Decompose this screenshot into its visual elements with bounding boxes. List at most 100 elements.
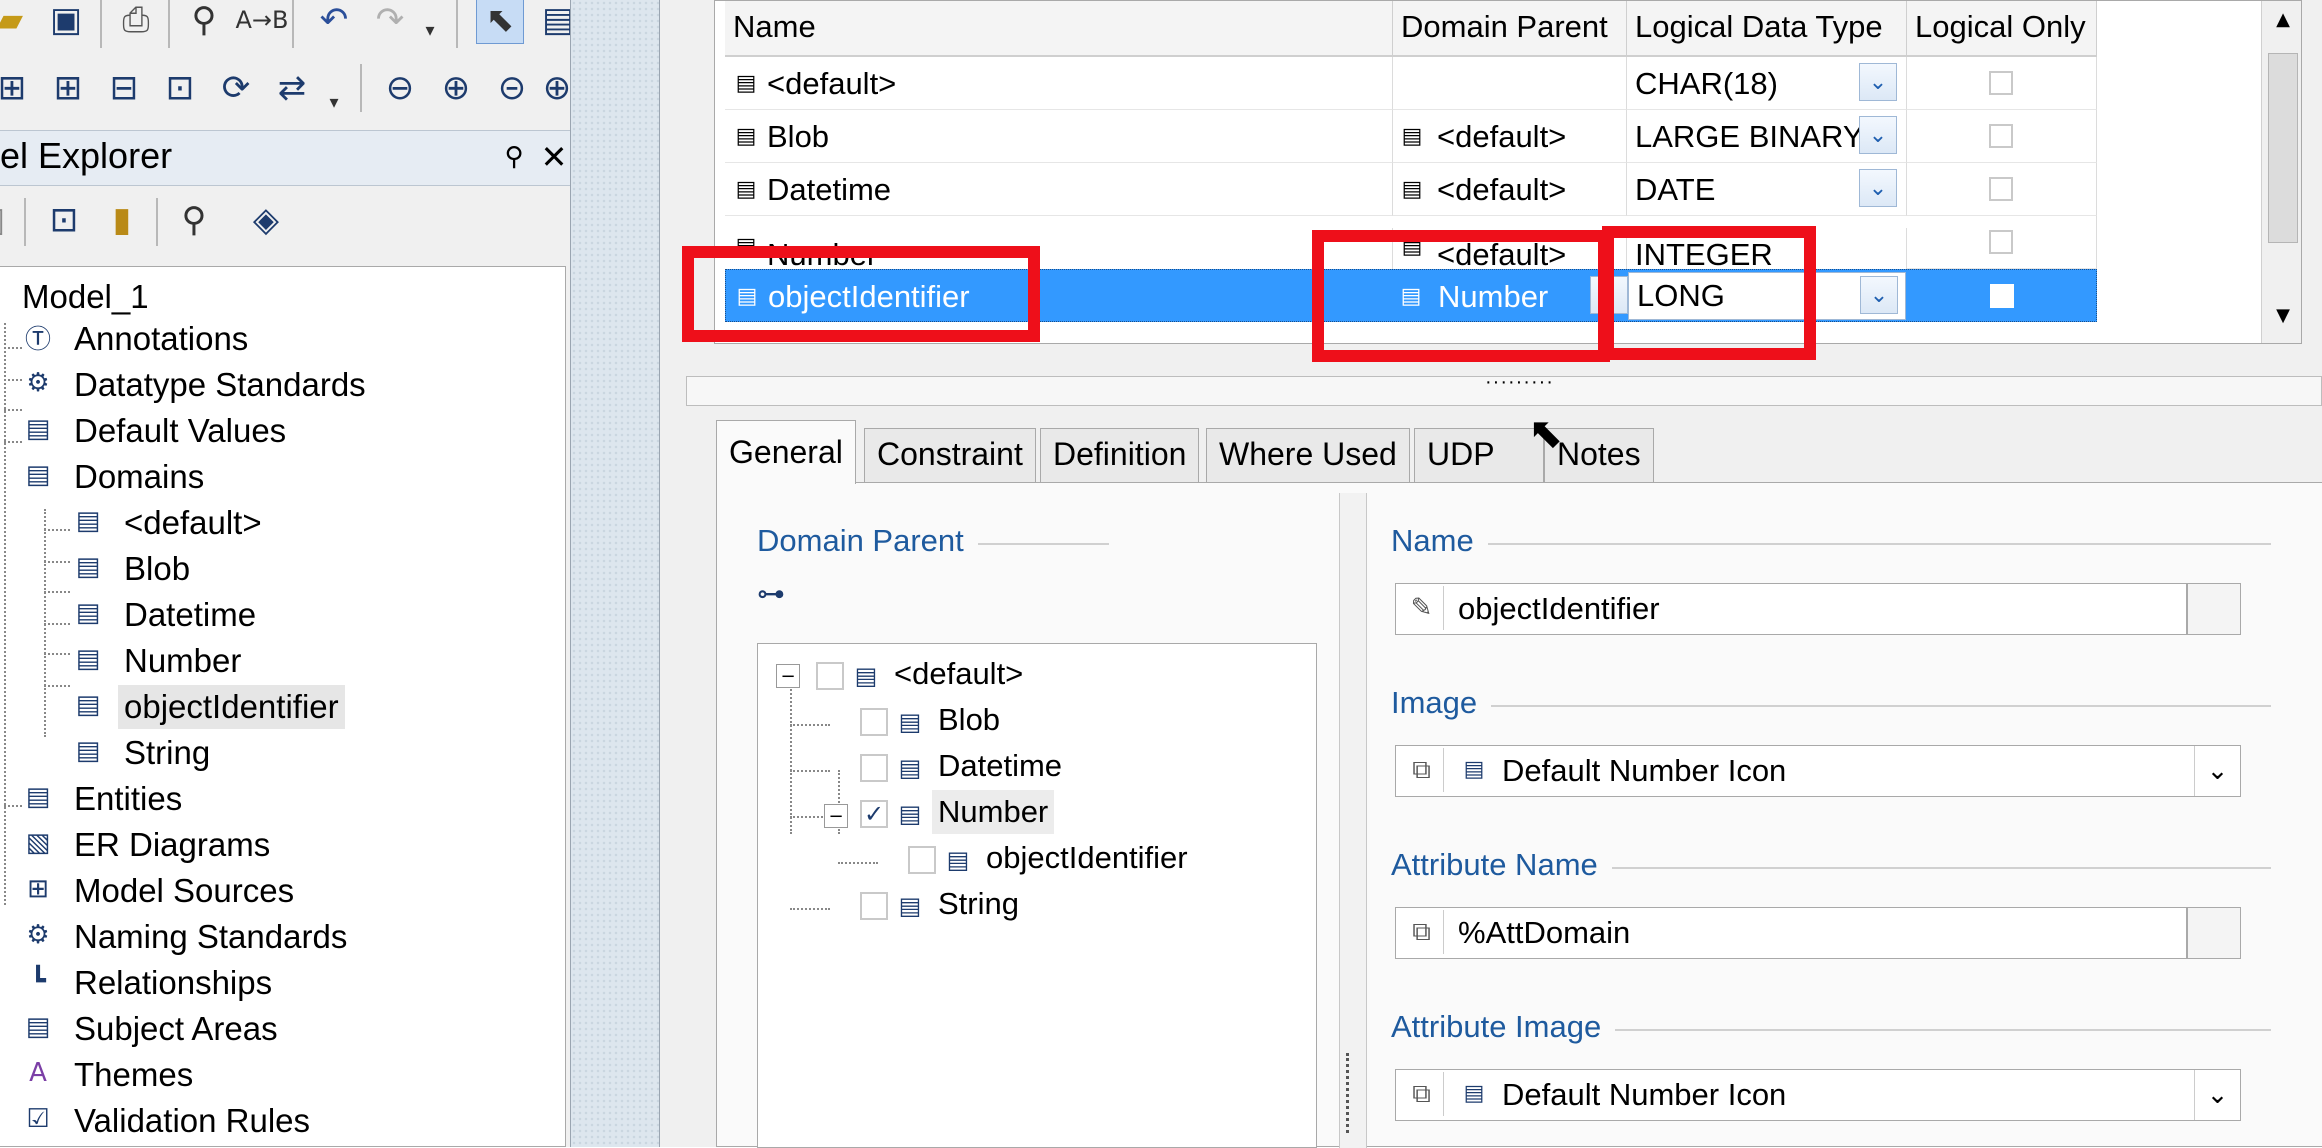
delete-icon[interactable]: ▮: [98, 196, 146, 244]
layout-cols-icon[interactable]: ⊡: [156, 64, 204, 112]
print-icon[interactable]: ⎙: [112, 0, 160, 44]
tree-item-relationships[interactable]: Relationships: [74, 961, 272, 1005]
tree-root-model[interactable]: Model_1: [22, 275, 149, 319]
tree-item-er-diagrams[interactable]: ER Diagrams: [74, 823, 270, 867]
scroll-thumb[interactable]: [2268, 53, 2298, 243]
parent-tree-item[interactable]: Datetime: [938, 744, 1062, 788]
type-dropdown-icon[interactable]: ⌄: [1859, 63, 1897, 101]
parent-tree-item[interactable]: <default>: [894, 652, 1023, 696]
parent-checkbox[interactable]: [860, 892, 888, 920]
toolbar-overflow-2-icon[interactable]: ▾: [322, 78, 346, 126]
tree-item-entities[interactable]: Entities: [74, 777, 182, 821]
tree-item-number[interactable]: Number: [124, 639, 241, 683]
type-dropdown-icon[interactable]: ⌄: [1859, 116, 1897, 154]
tree-item-datatype-standards[interactable]: Datatype Standards: [74, 363, 366, 407]
col-header-domain-parent[interactable]: Domain Parent: [1393, 1, 1627, 57]
tree-item-model-sources[interactable]: Model Sources: [74, 869, 294, 913]
chevron-down-icon[interactable]: ⌄: [2194, 746, 2240, 796]
col-header-name[interactable]: Name: [725, 1, 1393, 57]
tree-item-datetime[interactable]: Datetime: [124, 593, 256, 637]
logical-only-checkbox[interactable]: [1989, 177, 2013, 201]
properties-icon[interactable]: ⊡: [40, 196, 88, 244]
column-splitter[interactable]: [1339, 493, 1367, 1148]
parent-tree-item[interactable]: Blob: [938, 698, 1000, 742]
table-row[interactable]: ▤ Datetime ▤ <default> DATE ⌄: [725, 163, 2097, 216]
find-replace-icon[interactable]: A→B: [236, 0, 289, 44]
zoom-page-icon[interactable]: ⊕: [544, 64, 570, 112]
close-icon[interactable]: ✕: [536, 138, 572, 176]
tree-item-blob[interactable]: Blob: [124, 547, 190, 591]
parent-checkbox[interactable]: [860, 754, 888, 782]
table-row[interactable]: ▤ <default> CHAR(18) ⌄: [725, 57, 2097, 110]
logical-only-checkbox[interactable]: [1990, 284, 2014, 308]
open-folder-icon[interactable]: ▰: [0, 0, 34, 44]
tree-item-default-domain[interactable]: <default>: [124, 501, 262, 545]
attribute-image-select[interactable]: ⧉ ▤ Default Number Icon ⌄: [1395, 1069, 2241, 1121]
horizontal-splitter[interactable]: ·········: [686, 371, 2322, 406]
tab-definition[interactable]: Definition: [1040, 428, 1200, 482]
parent-checkbox[interactable]: [860, 708, 888, 736]
scroll-up-icon[interactable]: ▲: [2262, 1, 2301, 37]
search-icon[interactable]: ⚲: [170, 196, 218, 244]
table-row[interactable]: ▤ Blob ▤ <default> LARGE BINARY ⌄: [725, 110, 2097, 163]
pin-icon[interactable]: ⚲: [496, 139, 532, 175]
image-select[interactable]: ⧉ ▤ Default Number Icon ⌄: [1395, 745, 2241, 797]
name-field[interactable]: ✎ objectIdentifier: [1395, 583, 2187, 635]
attribute-name-field[interactable]: ⧉ %AttDomain: [1395, 907, 2187, 959]
tree-item-themes[interactable]: Themes: [74, 1053, 193, 1097]
pointer-tool-icon[interactable]: ⬉: [476, 0, 524, 44]
parent-tree-item[interactable]: String: [938, 882, 1019, 926]
parent-tree-item[interactable]: Number: [932, 790, 1055, 834]
tree-item-domains[interactable]: Domains: [74, 455, 204, 499]
save-icon[interactable]: ▣: [42, 0, 90, 44]
attribute-name-ellipsis-button[interactable]: [2187, 907, 2241, 959]
logical-only-checkbox[interactable]: [1989, 124, 2013, 148]
parent-tree-item[interactable]: objectIdentifier: [986, 836, 1188, 880]
tab-general[interactable]: General: [716, 420, 856, 484]
type-dropdown-icon[interactable]: ⌄: [1860, 276, 1898, 314]
parent-dropdown-icon[interactable]: ⌄: [1590, 276, 1628, 314]
scroll-down-icon[interactable]: ▼: [2262, 297, 2301, 333]
table-row-selected[interactable]: ▤ objectIdentifier ▤ Number ⌄ LONG ⌄: [725, 269, 2097, 322]
logical-only-checkbox[interactable]: [1989, 230, 2013, 254]
undo-icon[interactable]: ↶: [310, 0, 358, 44]
parent-checkbox-checked[interactable]: ✓: [860, 800, 888, 828]
zoom-out-icon[interactable]: ⊖: [376, 64, 424, 112]
tab-udp[interactable]: UDP: [1414, 428, 1544, 482]
parent-checkbox[interactable]: [816, 662, 844, 690]
chevron-down-icon[interactable]: ⌄: [2194, 1070, 2240, 1120]
tree-item-subject-areas[interactable]: Subject Areas: [74, 1007, 278, 1051]
zoom-fit-icon[interactable]: ⊝: [488, 64, 536, 112]
tab-constraint[interactable]: Constraint: [864, 428, 1036, 482]
tree-item-string[interactable]: String: [124, 731, 210, 775]
redo-icon[interactable]: ↷: [366, 0, 414, 44]
tab-where-used[interactable]: Where Used: [1206, 428, 1410, 482]
logical-only-checkbox[interactable]: [1989, 71, 2013, 95]
tag-icon[interactable]: ◈: [242, 196, 290, 244]
collapse-node-icon[interactable]: −: [776, 664, 800, 688]
table-row[interactable]: ▤ Number ▤ <default> INTEGER: [725, 216, 2097, 269]
col-header-logical-only[interactable]: Logical Only: [1907, 1, 2097, 57]
hierarchy-icon[interactable]: ⊶: [757, 573, 785, 613]
find-icon[interactable]: ⚲: [180, 0, 228, 44]
sync-icon[interactable]: ⇄: [268, 64, 316, 112]
tree-item-objectidentifier[interactable]: objectIdentifier: [118, 685, 345, 729]
layout-icon[interactable]: ⊞: [0, 64, 36, 112]
name-ellipsis-button[interactable]: [2187, 583, 2241, 635]
collapse-node-icon[interactable]: −: [824, 804, 848, 828]
toolbar-overflow-icon[interactable]: ▾: [418, 6, 442, 54]
layout-tree-icon[interactable]: ⊟: [100, 64, 148, 112]
tree-item-default-values[interactable]: Default Values: [74, 409, 286, 453]
tree-item-validation-rules[interactable]: Validation Rules: [74, 1099, 310, 1143]
col-header-logical-type[interactable]: Logical Data Type: [1627, 1, 1907, 57]
collapse-icon[interactable]: ▯: [0, 196, 20, 244]
layout-hier-icon[interactable]: ⊞: [44, 64, 92, 112]
zoom-in-icon[interactable]: ⊕: [432, 64, 480, 112]
type-dropdown-icon[interactable]: ⌄: [1859, 169, 1897, 207]
tree-item-naming-standards[interactable]: Naming Standards: [74, 915, 347, 959]
grid-scrollbar[interactable]: ▲ ▼: [2261, 1, 2301, 343]
pane-splitter[interactable]: [570, 0, 660, 1147]
parent-checkbox[interactable]: [908, 846, 936, 874]
tree-item-annotations[interactable]: Annotations: [74, 317, 248, 361]
refresh-icon[interactable]: ⟳: [212, 64, 260, 112]
